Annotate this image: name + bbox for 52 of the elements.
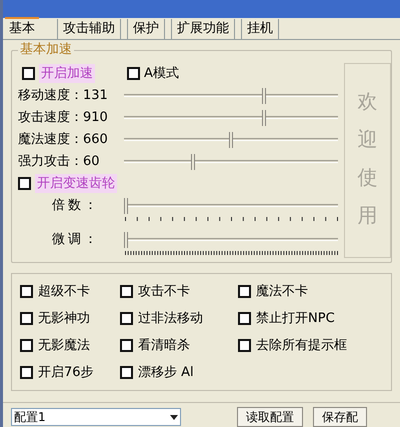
config-button[interactable]: 保存配 bbox=[313, 407, 367, 427]
slider-track[interactable] bbox=[124, 132, 338, 148]
option-label: A模式 bbox=[144, 64, 179, 83]
slider-track[interactable] bbox=[124, 198, 338, 214]
tab[interactable]: 保护 bbox=[127, 18, 165, 39]
config-dropdown[interactable]: 配置1 bbox=[11, 408, 181, 426]
checkbox[interactable] bbox=[238, 339, 251, 352]
checkbox[interactable] bbox=[20, 339, 33, 352]
checkbox[interactable] bbox=[120, 312, 133, 326]
tab[interactable]: 攻击辅助 bbox=[57, 18, 121, 39]
checkbox[interactable] bbox=[22, 67, 35, 80]
checkbox[interactable] bbox=[238, 285, 251, 298]
dropdown-value: 配置1 bbox=[14, 411, 46, 424]
option-label: 攻击不卡 bbox=[138, 283, 190, 301]
checkbox[interactable] bbox=[120, 366, 133, 380]
checkbox[interactable] bbox=[238, 312, 251, 326]
slider-label: 倍数： bbox=[51, 196, 101, 215]
config-button[interactable]: 读取配置 bbox=[237, 407, 303, 427]
slider-track[interactable] bbox=[124, 88, 338, 104]
option-label: 过非法移动 bbox=[138, 310, 203, 328]
slider-label: 微调： bbox=[51, 230, 101, 249]
welcome-text: 欢迎使用 bbox=[357, 88, 378, 229]
tab[interactable]: 挂机 bbox=[241, 18, 279, 39]
caret-icon bbox=[170, 414, 178, 420]
option-label: 开启加速 bbox=[39, 64, 95, 84]
option-label: 禁止打开NPC bbox=[256, 310, 335, 328]
checkbox[interactable] bbox=[120, 285, 133, 298]
checkbox[interactable] bbox=[18, 177, 31, 190]
slider-label: 移动速度：131 bbox=[18, 86, 109, 105]
slider-thumb[interactable] bbox=[124, 198, 128, 214]
option-label: 无影魔法 bbox=[38, 337, 90, 355]
checkbox[interactable] bbox=[127, 67, 140, 80]
slider-track[interactable] bbox=[124, 232, 338, 248]
option-label: 超级不卡 bbox=[38, 283, 90, 301]
slider-label: 强力攻击：60 bbox=[18, 152, 101, 171]
checkbox[interactable] bbox=[20, 366, 33, 380]
slider-track[interactable] bbox=[124, 110, 338, 126]
option-label: 去除所有提示框 bbox=[256, 337, 347, 355]
option-label: 漂移步 Al bbox=[138, 364, 194, 382]
option-label: 魔法不卡 bbox=[256, 283, 308, 301]
slider-track[interactable] bbox=[124, 154, 338, 170]
option-label: 开启76步 bbox=[38, 364, 94, 382]
checkbox[interactable] bbox=[20, 312, 33, 326]
option-label: 无影神功 bbox=[38, 310, 90, 328]
slider-label: 魔法速度：660 bbox=[18, 130, 109, 149]
checkbox[interactable] bbox=[20, 285, 33, 298]
slider-thumb[interactable] bbox=[124, 232, 128, 248]
option-label: 看清暗杀 bbox=[138, 337, 190, 355]
option-label: 开启变速齿轮 bbox=[35, 174, 117, 194]
tab[interactable]: 扩展功能 bbox=[171, 18, 235, 39]
checkbox[interactable] bbox=[120, 339, 133, 352]
slider-label: 攻击速度：910 bbox=[18, 108, 109, 127]
